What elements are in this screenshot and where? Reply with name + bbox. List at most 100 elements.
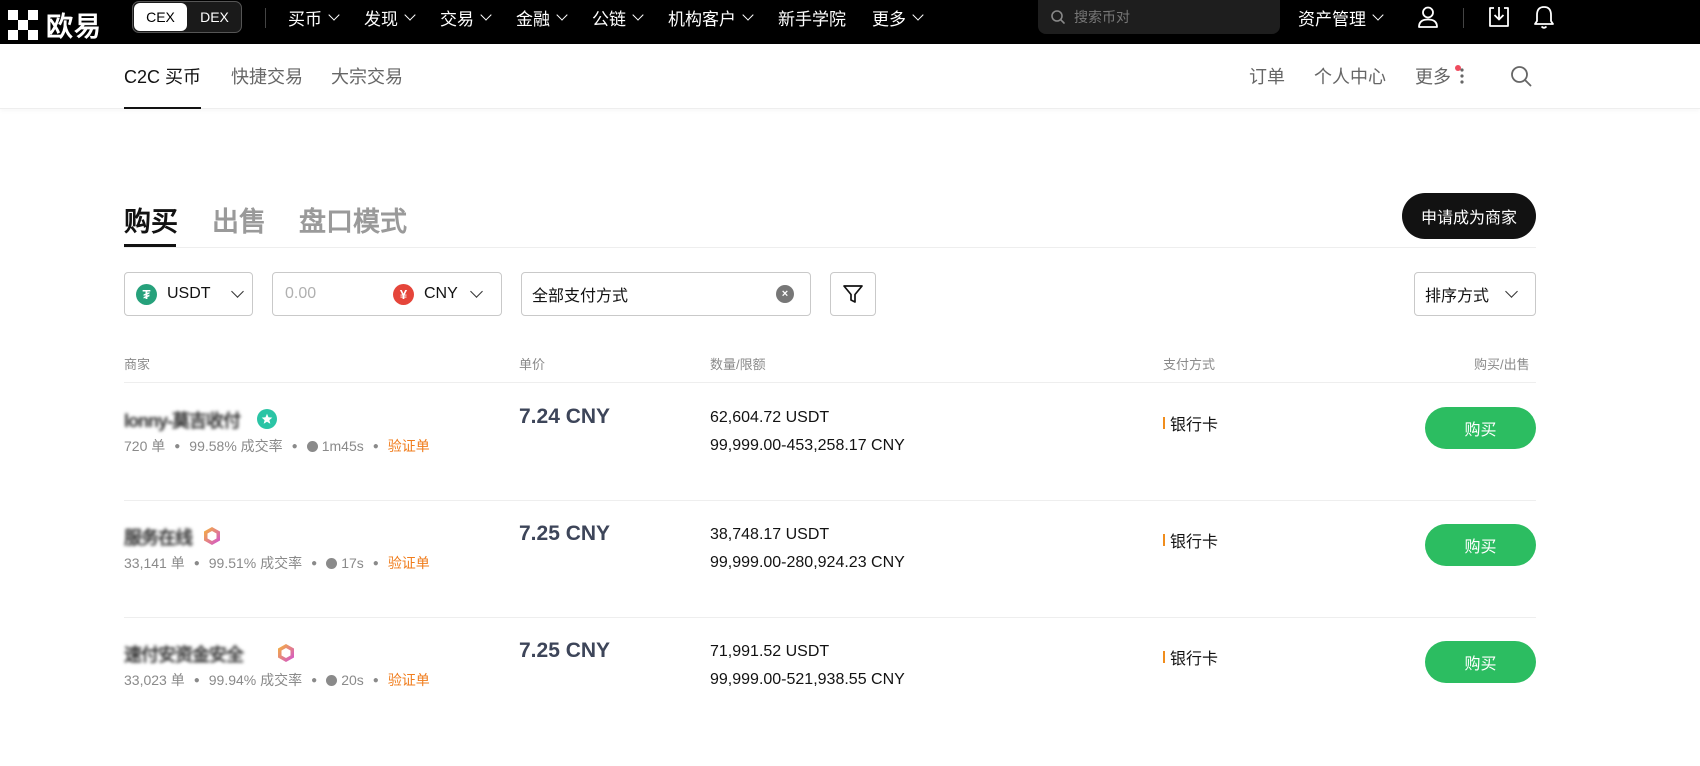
download-icon[interactable] [1486,4,1512,30]
fiat-select[interactable]: ¥ CNY [393,283,483,305]
menu-item-chain[interactable]: 公链 [592,5,644,30]
chevron-down-icon [1372,8,1384,21]
menu-item-finance[interactable]: 金融 [516,5,568,30]
nav-divider [1463,8,1464,28]
header-action: 购买/出售 [1474,357,1530,372]
nav-divider [265,8,266,28]
menu-item-discover[interactable]: 发现 [364,5,416,30]
clock-icon [326,557,338,569]
asset-management-menu[interactable]: 资产管理 [1298,0,1384,34]
okx-logo-icon [8,9,38,40]
bell-icon[interactable] [1531,4,1557,30]
tab-block-trade[interactable]: 大宗交易 [331,44,403,108]
usdt-coin-icon: ₮ [136,283,157,305]
menu-item-institutional[interactable]: 机构客户 [668,5,754,30]
verified-label: 验证单 [387,438,430,454]
header-payment: 支付方式 [1163,357,1216,372]
merchant-stats: 33,141 单 ● 99.51% 成交率 ● 17s ● 验证单 [124,555,430,571]
top-navbar: 欧易 CEX DEX 买币 发现 交易 金融 公链 机构客户 新手学院 更多 资… [0,0,1700,44]
order-limit: 99,999.00-521,938.55 CNY [710,671,905,688]
clock-icon [326,674,338,686]
clear-icon[interactable]: × [776,285,794,303]
header-merchant: 商家 [124,357,151,372]
buy-button[interactable]: 购买 [1425,407,1536,449]
search-icon[interactable] [1510,44,1532,108]
unit-price: 7.25 CNY [519,639,611,662]
payment-color-bar [1163,417,1165,429]
menu-item-academy[interactable]: 新手学院 [778,5,846,30]
merchant-name[interactable]: lonny-莫吉收付 [124,407,241,433]
dex-toggle[interactable]: DEX [188,2,241,32]
main-menu: 买币 发现 交易 金融 公链 机构客户 新手学院 更多 [288,0,948,34]
user-icon[interactable] [1415,4,1441,30]
cny-coin-icon: ¥ [393,283,414,305]
search-icon [1051,10,1065,24]
payment-method: 银行卡 [1163,528,1218,552]
menu-item-more[interactable]: 更多 [872,5,924,30]
filter-button[interactable] [830,272,876,316]
chevron-down-icon [556,8,568,21]
sort-select[interactable]: 排序方式 [1414,272,1536,316]
row-divider [124,500,1536,501]
tab-buy[interactable]: 购买 [124,200,178,239]
chevron-down-icon [480,8,492,21]
header-divider [124,382,1536,383]
payment-method-select[interactable]: 全部支付方式 × [521,272,811,316]
orders-link[interactable]: 订单 [1249,44,1285,108]
amount-input[interactable] [283,284,387,304]
more-menu[interactable]: 更多 [1415,44,1465,108]
unit-price: 7.25 CNY [519,522,611,545]
chevron-down-icon [404,8,416,21]
menu-item-trade[interactable]: 交易 [440,5,492,30]
apply-merchant-button[interactable]: 申请成为商家 [1402,193,1536,239]
merchant-name[interactable]: 速付安资金安全 [124,641,244,667]
notification-dot [1455,65,1461,71]
sub-navbar: C2C 买币 快捷交易 大宗交易 订单 个人中心 更多 [0,44,1700,109]
chevron-down-icon [230,285,244,298]
amount-fiat-field: ¥ CNY [272,272,502,316]
payment-method: 银行卡 [1163,411,1218,435]
filter-funnel-icon [843,285,863,303]
chevron-down-icon [469,285,483,298]
payment-method: 银行卡 [1163,645,1218,669]
available-quantity: 38,748.17 USDT [710,526,830,543]
tabs-divider [124,247,1536,248]
tab-sell[interactable]: 出售 [212,200,266,239]
hexagon-badge-icon [202,526,222,546]
logo[interactable]: 欧易 [8,5,102,44]
hexagon-badge-icon [276,643,296,663]
merchant-stats: 33,023 单 ● 99.94% 成交率 ● 20s ● 验证单 [124,672,430,688]
chevron-down-icon [742,8,754,21]
chevron-down-icon [328,8,340,21]
buy-button[interactable]: 购买 [1425,641,1536,683]
crypto-select[interactable]: ₮ USDT [124,272,253,316]
merchant-stats: 720 单 ● 99.58% 成交率 ● 1m45s ● 验证单 [124,438,430,454]
available-quantity: 71,991.52 USDT [710,643,830,660]
star-badge-icon [257,409,277,429]
verified-label: 验证单 [387,555,430,571]
clock-icon [306,440,318,452]
header-price: 单价 [519,357,546,372]
order-limit: 99,999.00-280,924.23 CNY [710,554,905,571]
merchant-name[interactable]: 服务在线 [124,524,193,550]
logo-text: 欧易 [46,12,102,42]
payment-color-bar [1163,534,1165,546]
tab-c2c-buy[interactable]: C2C 买币 [124,44,202,109]
order-limit: 99,999.00-453,258.17 CNY [710,437,905,454]
unit-price: 7.24 CNY [519,405,611,428]
chevron-down-icon [632,8,644,21]
cex-dex-switch: CEX DEX [132,1,242,33]
available-quantity: 62,604.72 USDT [710,409,830,426]
header-amount-limit: 数量/限额 [710,357,766,372]
top-search-input[interactable] [1072,8,1266,26]
tab-orderbook-mode[interactable]: 盘口模式 [299,200,407,239]
chevron-down-icon [1505,285,1518,298]
payment-color-bar [1163,651,1165,663]
verified-label: 验证单 [387,672,430,688]
menu-item-buy-crypto[interactable]: 买币 [288,5,340,30]
profile-center-link[interactable]: 个人中心 [1314,44,1386,108]
cex-toggle[interactable]: CEX [134,3,187,31]
buy-button[interactable]: 购买 [1425,524,1536,566]
tab-express-trade[interactable]: 快捷交易 [231,44,303,108]
top-search-box[interactable] [1038,0,1280,34]
